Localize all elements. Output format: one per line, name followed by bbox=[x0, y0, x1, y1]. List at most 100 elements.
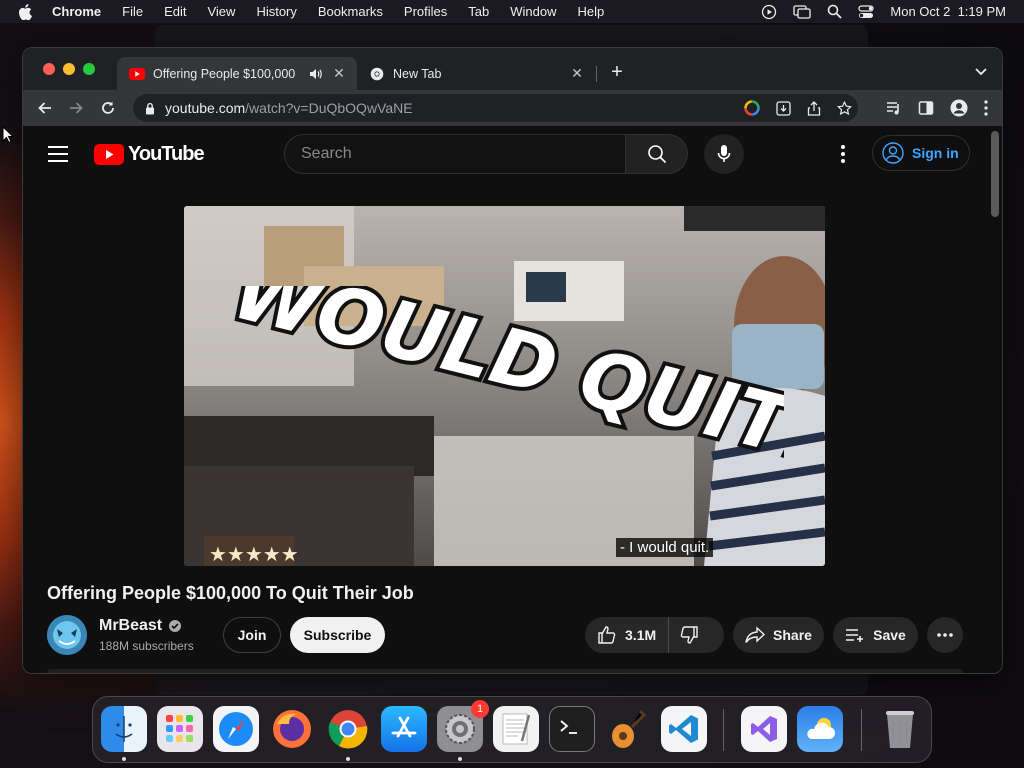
menu-profiles[interactable]: Profiles bbox=[404, 4, 447, 19]
vscode-icon[interactable] bbox=[661, 706, 707, 752]
bookmark-star-icon[interactable] bbox=[836, 100, 853, 119]
more-actions-button[interactable] bbox=[927, 617, 963, 653]
side-panel-icon[interactable] bbox=[918, 100, 934, 121]
running-indicator bbox=[122, 757, 126, 761]
guide-menu-icon[interactable] bbox=[48, 146, 68, 162]
lock-icon[interactable] bbox=[145, 102, 155, 115]
channel-name[interactable]: MrBeast bbox=[99, 617, 182, 635]
microphone-icon bbox=[717, 145, 731, 162]
menu-file[interactable]: File bbox=[122, 4, 143, 19]
zoom-window-button[interactable] bbox=[83, 63, 95, 75]
thumbs-up-icon bbox=[598, 626, 616, 644]
textedit-icon[interactable] bbox=[493, 706, 539, 752]
video-caption: - I would quit. bbox=[616, 538, 714, 557]
tab-strip: Offering People $100,000 ✕ New Tab ✕ + bbox=[23, 48, 1002, 90]
play-icon[interactable] bbox=[761, 4, 777, 20]
like-button[interactable]: 3.1M bbox=[585, 617, 670, 653]
launchpad-icon[interactable] bbox=[157, 706, 203, 752]
safari-icon[interactable] bbox=[213, 706, 259, 752]
garageband-icon[interactable] bbox=[605, 706, 651, 752]
terminal-icon[interactable] bbox=[549, 706, 595, 752]
youtube-wordmark: YouTube bbox=[128, 143, 205, 165]
youtube-page: YouTube Search Sign in ★★★★★ WOULD QUIT!… bbox=[23, 126, 990, 673]
control-center-icon[interactable] bbox=[858, 4, 874, 20]
menu-help[interactable]: Help bbox=[578, 4, 605, 19]
menubar-clock[interactable]: Mon Oct 2 1:19 PM bbox=[890, 4, 1006, 19]
sign-in-button[interactable]: Sign in bbox=[872, 135, 970, 171]
profile-icon[interactable] bbox=[950, 99, 968, 122]
close-tab-icon[interactable]: ✕ bbox=[569, 65, 585, 82]
menu-window[interactable]: Window bbox=[510, 4, 556, 19]
settings-kebab-icon[interactable] bbox=[833, 144, 853, 164]
finder-icon[interactable] bbox=[101, 706, 147, 752]
tab-youtube-video[interactable]: Offering People $100,000 ✕ bbox=[117, 57, 357, 90]
menu-view[interactable]: View bbox=[207, 4, 235, 19]
audio-playing-icon[interactable] bbox=[309, 68, 323, 80]
dock: 1 bbox=[92, 696, 932, 763]
google-lens-icon[interactable] bbox=[744, 100, 760, 119]
spotlight-search-icon[interactable] bbox=[827, 4, 843, 19]
media-controls-icon[interactable] bbox=[886, 100, 902, 121]
chrome-icon[interactable] bbox=[325, 706, 371, 752]
close-tab-icon[interactable]: ✕ bbox=[331, 65, 347, 82]
menu-bookmarks[interactable]: Bookmarks bbox=[318, 4, 383, 19]
omnibox-actions bbox=[744, 100, 853, 119]
minimize-window-button[interactable] bbox=[63, 63, 75, 75]
video-player[interactable]: ★★★★★ I WOULD QUIT! - I would quit. bbox=[184, 206, 825, 566]
app-store-icon[interactable] bbox=[381, 706, 427, 752]
dock-separator bbox=[723, 709, 724, 751]
tab-separator bbox=[596, 66, 597, 82]
video-overlay-text: I WOULD QUIT! bbox=[224, 286, 784, 484]
firefox-icon[interactable] bbox=[269, 706, 315, 752]
menu-bar: Chrome File Edit View History Bookmarks … bbox=[0, 0, 1024, 23]
menu-tab[interactable]: Tab bbox=[468, 4, 489, 19]
subscribe-button[interactable]: Subscribe bbox=[290, 617, 385, 653]
menu-history[interactable]: History bbox=[256, 4, 296, 19]
back-arrow-icon[interactable] bbox=[36, 99, 54, 117]
voice-search-button[interactable] bbox=[704, 134, 744, 174]
tab-search-chevron-icon[interactable] bbox=[974, 64, 988, 78]
search-button[interactable] bbox=[626, 134, 688, 174]
like-count: 3.1M bbox=[625, 627, 657, 643]
new-tab-button[interactable]: + bbox=[607, 62, 627, 82]
channel-avatar[interactable] bbox=[47, 615, 87, 655]
mouse-cursor-icon bbox=[2, 126, 14, 144]
tab-title: New Tab bbox=[393, 66, 442, 81]
url-path: /watch?v=DuQbOQwVaNE bbox=[245, 100, 413, 116]
forward-arrow-icon[interactable] bbox=[67, 99, 85, 117]
share-page-icon[interactable] bbox=[807, 100, 821, 119]
toolbar-actions bbox=[886, 99, 988, 122]
svg-text:★★★★★: ★★★★★ bbox=[209, 542, 299, 566]
more-horizontal-icon bbox=[937, 633, 953, 637]
save-button[interactable]: Save bbox=[833, 617, 918, 653]
menu-edit[interactable]: Edit bbox=[164, 4, 186, 19]
chrome-menu-icon[interactable] bbox=[984, 100, 988, 121]
join-button[interactable]: Join bbox=[223, 617, 281, 653]
trash-icon[interactable] bbox=[877, 706, 923, 752]
like-dislike-group: 3.1M bbox=[585, 617, 724, 653]
visual-studio-icon[interactable] bbox=[741, 706, 787, 752]
menu-app-name[interactable]: Chrome bbox=[52, 4, 101, 19]
tab-new-tab[interactable]: New Tab ✕ bbox=[357, 57, 595, 90]
youtube-icon bbox=[129, 66, 145, 82]
browser-toolbar: youtube.com/watch?v=DuQbOQwVaNE bbox=[23, 90, 1002, 126]
running-indicator bbox=[346, 757, 350, 761]
reload-icon[interactable] bbox=[99, 99, 117, 117]
install-app-icon[interactable] bbox=[776, 100, 791, 119]
dislike-button[interactable] bbox=[669, 617, 699, 653]
youtube-logo[interactable]: YouTube bbox=[94, 143, 205, 166]
video-title: Offering People $100,000 To Quit Their J… bbox=[47, 583, 414, 603]
system-settings-icon[interactable]: 1 bbox=[437, 700, 489, 752]
account-circle-icon bbox=[882, 142, 904, 164]
channel-name-text: MrBeast bbox=[99, 617, 163, 634]
scrollbar-thumb[interactable] bbox=[991, 131, 999, 217]
apple-icon[interactable] bbox=[18, 3, 36, 20]
close-window-button[interactable] bbox=[43, 63, 55, 75]
weather-icon[interactable] bbox=[797, 706, 843, 752]
save-label: Save bbox=[873, 627, 906, 643]
search-icon bbox=[647, 145, 666, 164]
screen-mirroring-icon[interactable] bbox=[793, 4, 812, 20]
address-bar[interactable]: youtube.com/watch?v=DuQbOQwVaNE bbox=[133, 94, 858, 122]
search-input[interactable]: Search bbox=[284, 134, 626, 174]
share-button[interactable]: Share bbox=[733, 617, 824, 653]
